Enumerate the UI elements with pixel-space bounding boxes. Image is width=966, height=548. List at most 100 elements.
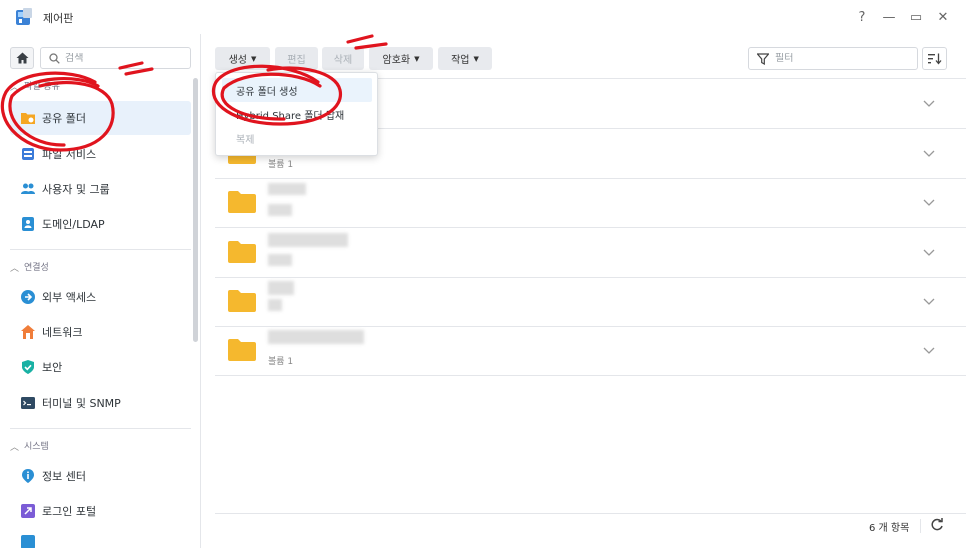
sidebar-item-label: 사용자 및 그룹 bbox=[42, 183, 110, 196]
title-bar: 제어판 ? — ▭ ✕ bbox=[0, 0, 966, 34]
help-button[interactable]: ? bbox=[853, 8, 871, 26]
control-panel-icon bbox=[16, 8, 32, 25]
chevron-down-icon[interactable] bbox=[921, 342, 937, 358]
edit-label: 편집 bbox=[287, 55, 306, 66]
maximize-button[interactable]: ▭ bbox=[907, 8, 925, 26]
file-services-icon bbox=[22, 148, 34, 160]
folder-icon bbox=[228, 290, 256, 312]
chevron-up-icon: ︿ bbox=[10, 83, 20, 93]
chevron-down-icon[interactable] bbox=[921, 293, 937, 309]
table-row[interactable] bbox=[215, 228, 966, 278]
section-file-sharing[interactable]: ︿ 파일 공유 bbox=[0, 74, 191, 96]
filter-icon bbox=[757, 52, 769, 65]
create-button[interactable]: 생성 ▼ bbox=[215, 47, 270, 70]
sidebar-item-label: 보안 bbox=[42, 361, 63, 374]
chevron-up-icon: ︿ bbox=[10, 264, 20, 274]
redacted-name bbox=[268, 330, 364, 344]
sidebar-item-shared-folder[interactable]: 공유 폴더 bbox=[10, 101, 191, 135]
sidebar-item-label: 네트워크 bbox=[42, 326, 83, 339]
caret-down-icon: ▼ bbox=[473, 54, 479, 63]
sidebar-item-terminal-snmp[interactable]: 터미널 및 SNMP bbox=[10, 386, 191, 420]
footer-border bbox=[215, 513, 966, 514]
filter-input[interactable] bbox=[775, 53, 905, 64]
table-row[interactable]: 볼륨 1 bbox=[215, 326, 966, 376]
network-icon bbox=[21, 325, 35, 339]
redacted-volume bbox=[268, 299, 282, 311]
footer-separator bbox=[920, 519, 921, 533]
home-icon bbox=[16, 52, 28, 64]
chevron-down-icon[interactable] bbox=[921, 95, 937, 111]
sidebar-item-network[interactable]: 네트워크 bbox=[10, 315, 191, 349]
minimize-button[interactable]: — bbox=[880, 8, 898, 26]
section-label: 파일 공유 bbox=[24, 81, 60, 92]
sidebar-item-external-access[interactable]: 외부 액세스 bbox=[10, 280, 191, 314]
chevron-down-icon[interactable] bbox=[921, 194, 937, 210]
sidebar-divider bbox=[10, 428, 191, 429]
close-button[interactable]: ✕ bbox=[934, 8, 952, 26]
encrypt-button[interactable]: 암호화 ▼ bbox=[369, 47, 433, 70]
external-access-icon bbox=[21, 290, 35, 304]
window-title: 제어판 bbox=[43, 12, 74, 25]
edit-button[interactable]: 편집 bbox=[275, 47, 318, 70]
search-input[interactable] bbox=[65, 52, 175, 64]
sidebar-item-more[interactable] bbox=[10, 529, 191, 548]
create-label: 생성 bbox=[228, 55, 247, 66]
sidebar-item-info-center[interactable]: 정보 센터 bbox=[10, 459, 191, 493]
volume-label: 볼륨 1 bbox=[268, 357, 294, 367]
search-field[interactable] bbox=[40, 47, 191, 69]
section-connectivity[interactable]: ︿ 연결성 bbox=[0, 255, 191, 277]
action-button[interactable]: 작업 ▼ bbox=[438, 47, 492, 70]
sidebar-item-security[interactable]: 보안 bbox=[10, 350, 191, 384]
encrypt-label: 암호화 bbox=[382, 55, 411, 66]
sidebar-divider bbox=[10, 249, 191, 250]
redacted-name bbox=[268, 281, 294, 295]
shield-icon bbox=[22, 360, 34, 374]
sidebar-item-label: 로그인 포털 bbox=[42, 505, 97, 518]
sidebar-item-label: 공유 폴더 bbox=[42, 112, 86, 125]
sidebar-item-file-services[interactable]: 파일 서비스 bbox=[10, 137, 191, 171]
partial-item-icon bbox=[21, 535, 35, 548]
home-button[interactable] bbox=[10, 47, 34, 69]
folder-icon bbox=[228, 339, 256, 361]
login-portal-icon bbox=[21, 504, 35, 518]
domain-icon bbox=[22, 217, 34, 231]
users-icon bbox=[21, 183, 35, 194]
chevron-down-icon[interactable] bbox=[921, 145, 937, 161]
action-label: 작업 bbox=[451, 55, 470, 66]
menu-item-clone[interactable]: 복제 bbox=[222, 126, 372, 150]
sidebar-item-login-portal[interactable]: 로그인 포털 bbox=[10, 494, 191, 528]
caret-down-icon: ▼ bbox=[414, 54, 420, 63]
sort-icon bbox=[927, 53, 941, 65]
delete-button[interactable]: 삭제 bbox=[322, 47, 364, 70]
search-icon bbox=[49, 52, 60, 64]
sidebar-item-label: 파일 서비스 bbox=[42, 148, 97, 161]
item-count: 6 개 항목 bbox=[869, 523, 910, 534]
table-row[interactable] bbox=[215, 277, 966, 327]
redacted-volume bbox=[268, 254, 292, 266]
sidebar-scrollbar[interactable] bbox=[193, 78, 198, 342]
shared-folder-icon bbox=[21, 113, 35, 124]
redacted-volume bbox=[268, 204, 292, 216]
chevron-down-icon[interactable] bbox=[921, 244, 937, 260]
sidebar: ︿ 파일 공유 공유 폴더 파일 서비스 사용자 및 그룹 도메 bbox=[0, 34, 201, 548]
sidebar-item-domain-ldap[interactable]: 도메인/LDAP bbox=[10, 207, 191, 241]
section-system[interactable]: ︿ 시스템 bbox=[0, 434, 191, 456]
menu-item-mount-hybrid-share[interactable]: Hybrid Share 폴더 탑재 bbox=[222, 102, 372, 126]
delete-label: 삭제 bbox=[333, 55, 353, 66]
folder-icon bbox=[228, 191, 256, 213]
table-row[interactable] bbox=[215, 178, 966, 228]
caret-down-icon: ▼ bbox=[251, 54, 257, 63]
chevron-up-icon: ︿ bbox=[10, 443, 20, 453]
sort-button[interactable] bbox=[922, 47, 947, 70]
redacted-name bbox=[268, 233, 348, 247]
menu-item-create-shared-folder[interactable]: 공유 폴더 생성 bbox=[222, 78, 372, 102]
sidebar-item-users-groups[interactable]: 사용자 및 그룹 bbox=[10, 172, 191, 206]
sidebar-item-label: 도메인/LDAP bbox=[42, 218, 105, 231]
info-icon bbox=[22, 469, 34, 483]
filter-field[interactable] bbox=[748, 47, 918, 70]
sidebar-item-label: 터미널 및 SNMP bbox=[42, 397, 121, 410]
refresh-icon[interactable] bbox=[929, 517, 945, 533]
folder-icon bbox=[228, 241, 256, 263]
sidebar-item-label: 외부 액세스 bbox=[42, 291, 97, 304]
redacted-name bbox=[268, 183, 306, 195]
